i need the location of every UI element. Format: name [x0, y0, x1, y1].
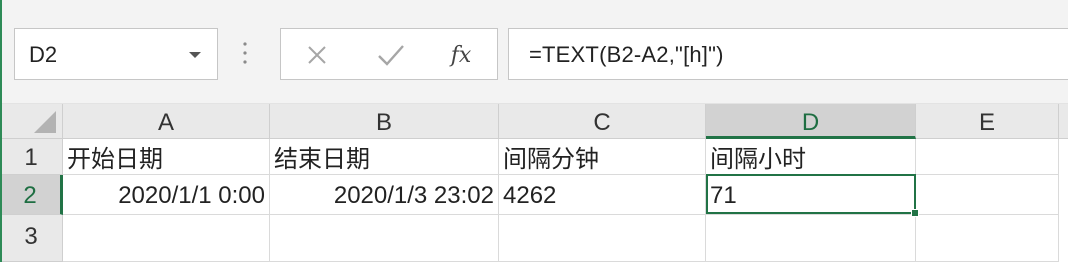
name-box-value: D2 [29, 42, 58, 67]
cell-e3[interactable] [916, 215, 1059, 262]
row-header-3[interactable]: 3 [0, 215, 63, 262]
cell-c1[interactable]: 间隔分钟 [499, 139, 706, 175]
column-header-f[interactable] [1059, 104, 1068, 139]
chevron-down-icon[interactable] [187, 47, 203, 63]
cell-b1[interactable]: 结束日期 [270, 139, 499, 175]
cell-a1[interactable]: 开始日期 [63, 139, 270, 175]
enter-button[interactable] [371, 29, 411, 81]
formula-input[interactable]: =TEXT(B2-A2,"[h]") [508, 28, 1068, 80]
name-box[interactable]: D2 [14, 28, 218, 80]
cell-a2[interactable]: 2020/1/1 0:00 [63, 175, 270, 215]
fill-handle[interactable] [911, 209, 919, 217]
column-header-e[interactable]: E [916, 104, 1059, 139]
formula-text: =TEXT(B2-A2,"[h]") [529, 42, 724, 67]
column-header-c[interactable]: C [499, 104, 706, 139]
cell-d3[interactable] [706, 215, 916, 262]
select-all-button[interactable] [0, 104, 63, 139]
cancel-button[interactable] [301, 29, 333, 81]
formula-bar: D2 fx =TEXT(B2-A2,"[h]") [0, 0, 1068, 104]
formula-buttons: fx [280, 28, 498, 80]
cell-b3[interactable] [270, 215, 499, 262]
column-header-b[interactable]: B [270, 104, 499, 139]
cell-e2[interactable] [916, 175, 1059, 215]
spreadsheet-grid: A B C D E 1 2 3 开始日期 结束日期 间隔分钟 间隔小时 2020… [0, 104, 1068, 262]
row-header-1[interactable]: 1 [0, 139, 63, 175]
insert-function-button[interactable]: fx [441, 29, 481, 81]
cell-a3[interactable] [63, 215, 270, 262]
cell-b2[interactable]: 2020/1/3 23:02 [270, 175, 499, 215]
check-icon [378, 45, 404, 66]
column-header-a[interactable]: A [63, 104, 270, 139]
cell-d2[interactable]: 71 [706, 175, 916, 215]
cell-d1[interactable]: 间隔小时 [706, 139, 916, 175]
cell-e1[interactable] [916, 139, 1059, 175]
cell-c2[interactable]: 4262 [499, 175, 706, 215]
cell-c3[interactable] [499, 215, 706, 262]
close-icon [308, 46, 326, 64]
window-accent-edge [0, 0, 2, 262]
more-vertical-icon[interactable] [240, 40, 250, 66]
select-all-icon [34, 111, 56, 133]
column-header-d[interactable]: D [706, 104, 916, 139]
row-header-2[interactable]: 2 [0, 175, 63, 215]
